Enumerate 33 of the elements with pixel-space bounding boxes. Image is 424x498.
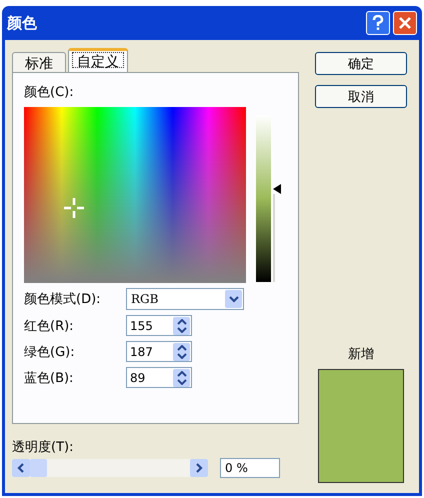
dialog-button[interactable]: 取消	[315, 85, 407, 108]
dialog-button[interactable]: 确定	[315, 52, 407, 75]
transparency-label: 透明度(T):	[12, 439, 74, 456]
chevron-down-icon	[228, 296, 238, 302]
up-down-arrows-icon	[176, 318, 186, 332]
mode-dropdown[interactable]: RGB	[126, 288, 244, 310]
tab[interactable]: 标准	[12, 52, 66, 72]
up-down-arrows-icon	[176, 344, 186, 358]
channel-label: 蓝色(B):	[24, 370, 74, 386]
crosshair-icon[interactable]	[63, 197, 85, 219]
luminance-bar[interactable]	[256, 115, 271, 282]
arrow-left-icon	[17, 463, 25, 473]
channel-spinner[interactable]: 89	[126, 367, 192, 388]
channel-spinner[interactable]: 155	[126, 315, 192, 336]
arrow-right-icon	[195, 463, 203, 473]
up-down-arrows-icon	[176, 370, 186, 384]
new-color-label: 新增	[348, 346, 374, 363]
color-spectrum[interactable]	[24, 107, 246, 283]
help-button[interactable]	[366, 11, 390, 35]
channel-label: 红色(R):	[24, 318, 75, 334]
channel-spinner[interactable]: 187	[126, 341, 192, 362]
color-label: 颜色(C):	[24, 84, 75, 101]
window-title: 颜色	[7, 14, 38, 32]
channel-label: 绿色(G):	[24, 344, 76, 360]
transparency-slider[interactable]	[12, 459, 208, 477]
close-icon	[398, 16, 412, 30]
slider-thumb[interactable]	[30, 459, 47, 477]
close-button[interactable]	[393, 11, 417, 35]
tab[interactable]: 自定义	[68, 48, 128, 72]
luminance-pointer[interactable]	[273, 184, 281, 194]
mode-label: 颜色模式(D):	[24, 291, 102, 308]
transparency-field[interactable]: 0 %	[220, 458, 280, 478]
help-icon	[371, 15, 385, 31]
